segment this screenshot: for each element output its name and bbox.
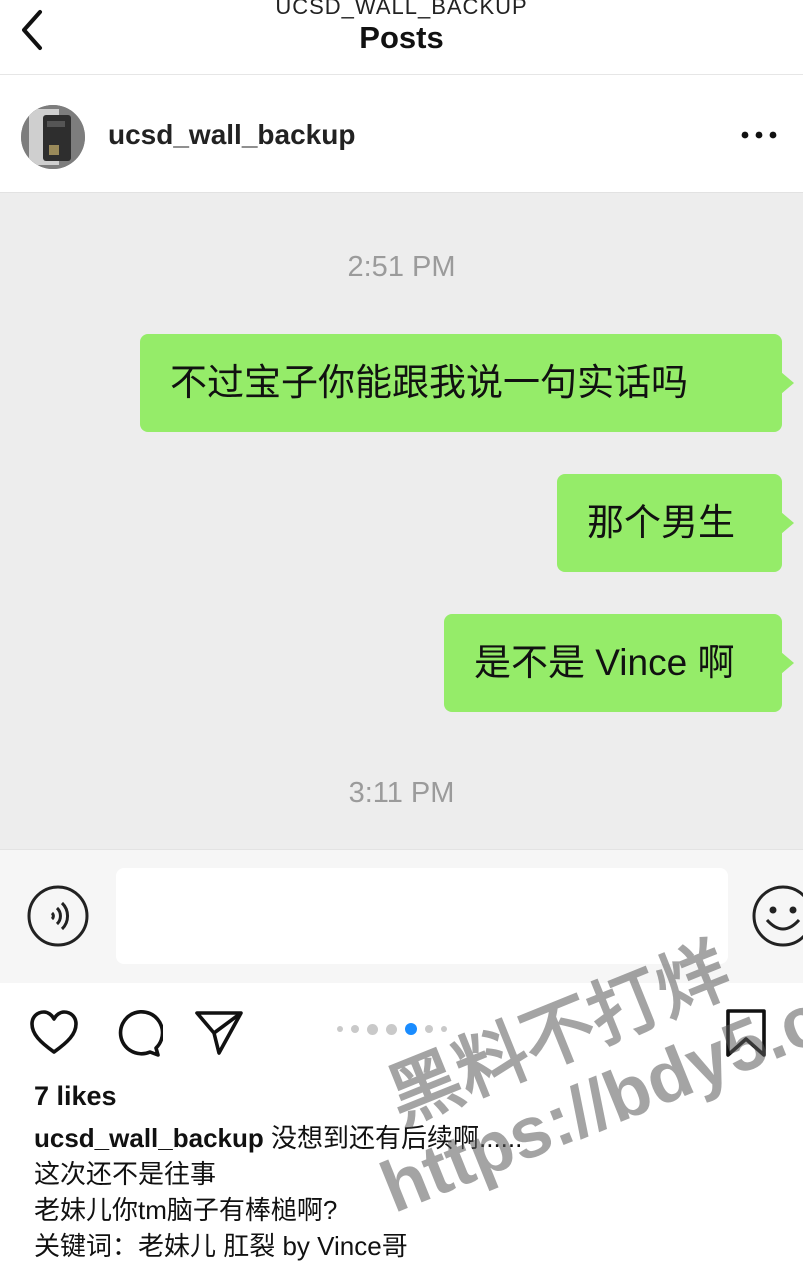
page-title: Posts [359, 20, 444, 55]
caption-line-1: ucsd_wall_backup 没想到还有后续啊...... [34, 1120, 794, 1156]
caption-username[interactable]: ucsd_wall_backup [34, 1123, 264, 1153]
comment-button[interactable] [111, 1007, 165, 1059]
more-horizontal-icon [741, 131, 777, 139]
voice-button [26, 884, 90, 948]
avatar[interactable] [21, 105, 85, 169]
post-username[interactable]: ucsd_wall_backup [108, 119, 355, 151]
carousel-dot [367, 1023, 378, 1035]
chat-message: 是不是 Vince 啊 [474, 642, 735, 683]
caption-text: 没想到还有后续啊...... [271, 1123, 523, 1153]
carousel-dot [337, 1026, 343, 1032]
bubble-tail [781, 372, 794, 394]
heart-icon [30, 1010, 78, 1054]
message-input [116, 868, 728, 964]
share-button[interactable] [193, 1007, 245, 1059]
carousel-indicator [337, 1023, 447, 1035]
comment-icon [118, 1010, 165, 1057]
chat-input-bar [0, 849, 803, 984]
top-bar: UCSD_WALL_BACKUP Posts [0, 0, 803, 75]
more-options-button[interactable] [739, 125, 779, 145]
chat-timestamp: 3:11 PM [348, 777, 455, 809]
send-icon [195, 1011, 243, 1055]
carousel-dot-active [405, 1023, 417, 1035]
carousel-dot [441, 1026, 447, 1032]
post-caption: 7 likes ucsd_wall_backup 没想到还有后续啊...... … [34, 1078, 794, 1264]
chat-message: 那个男生 [587, 502, 735, 543]
post-actions [0, 983, 803, 1073]
carousel-dot [425, 1025, 433, 1033]
chat-message: 不过宝子你能跟我说一句实话吗 [170, 362, 688, 403]
carousel-dot [351, 1025, 359, 1033]
chat-bubble: 那个男生 [557, 474, 794, 572]
caption-line-4: 关键词：老妹儿 肛裂 by Vince哥 [34, 1231, 408, 1261]
chat-bubble: 不过宝子你能跟我说一句实话吗 [140, 334, 794, 432]
bubble-tail [781, 652, 794, 674]
chat-bubble: 是不是 Vince 啊 [444, 614, 794, 712]
post-header: ucsd_wall_backup [0, 75, 803, 193]
caption-line-2: 这次还不是往事 [34, 1159, 217, 1189]
save-button[interactable] [720, 1007, 772, 1059]
avatar-image [21, 105, 85, 169]
caption-line-3: 老妹儿你tm脑子有棒槌啊? [34, 1195, 338, 1225]
post-image[interactable]: 2:51 PM 不过宝子你能跟我说一句实话吗 那个男生 是不是 Vince 啊 … [0, 193, 803, 849]
emoji-icon [752, 885, 803, 947]
chat-timestamp: 2:51 PM [347, 251, 456, 283]
voice-icon [27, 885, 89, 947]
account-caption: UCSD_WALL_BACKUP [275, 0, 528, 19]
like-button[interactable] [28, 1007, 80, 1059]
bookmark-icon [726, 1009, 766, 1057]
bubble-tail [781, 512, 794, 534]
carousel-dot [386, 1023, 397, 1035]
likes-count[interactable]: 7 likes [34, 1078, 794, 1114]
emoji-button [751, 884, 803, 948]
